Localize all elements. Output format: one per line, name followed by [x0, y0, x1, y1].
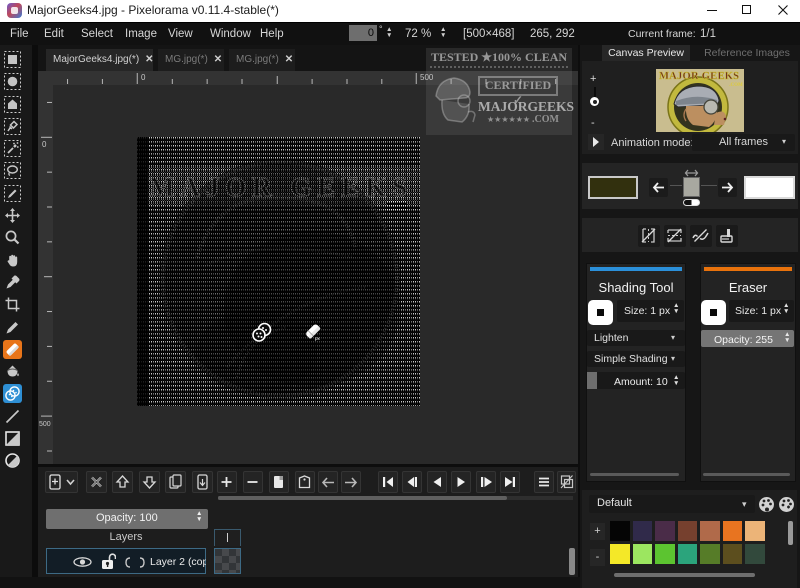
svg-text:MAJOR GEEKS: MAJOR GEEKS	[659, 71, 739, 82]
svg-text:500: 500	[39, 421, 51, 428]
svg-text:MAJOR GEEKS: MAJOR GEEKS	[149, 172, 407, 202]
svg-text:.COM: .COM	[729, 83, 743, 88]
svg-text:0: 0	[42, 140, 47, 149]
svg-text:0: 0	[141, 73, 146, 82]
svg-text:px: px	[315, 336, 321, 341]
